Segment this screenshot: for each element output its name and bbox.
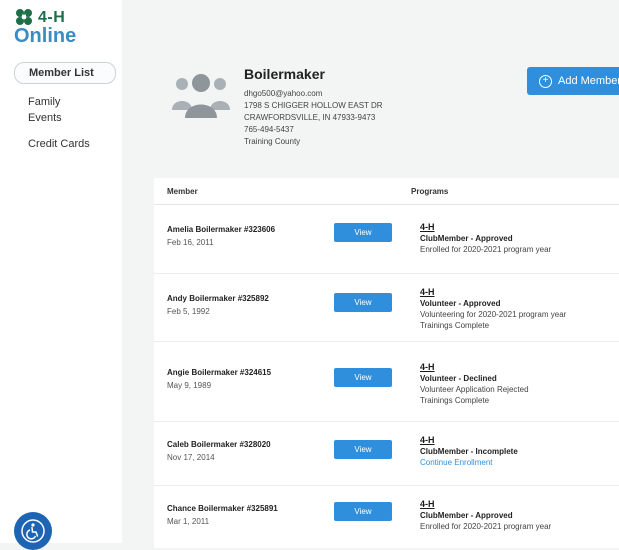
view-button[interactable]: View [334,440,392,459]
family-phone: 765-494-5437 [244,125,294,134]
member-name: Andy Boilermaker #325892 [167,294,269,303]
family-address-line2: CRAWFORDSVILLE, IN 47933-9473 [244,113,376,122]
member-name: Angie Boilermaker #324615 [167,368,272,377]
svg-text:H: H [21,14,26,21]
member-dob: Mar 1, 2011 [167,517,210,526]
program-status: ClubMember - Approved [420,511,513,520]
program-note: Volunteering for 2020-2021 program year [420,310,567,319]
table-row: Chance Boilermaker #325891 Mar 1, 2011 V… [154,485,619,549]
sidebar-item-credit-cards[interactable]: Credit Cards [0,136,122,152]
main-content: Boilermaker dhgo500@yahoo.com 1798 S CHI… [122,0,619,548]
sidebar-nav: Member List Family Events Credit Cards [0,62,122,152]
program-note: Volunteer Application Rejected [420,385,529,394]
program-info: 4-H Volunteer - Approved Volunteering fo… [420,287,566,331]
member-table: Member Programs Amelia Boilermaker #3236… [154,178,619,548]
member-dob: Feb 5, 1992 [167,307,210,316]
program-link[interactable]: 4-H [420,435,518,446]
program-info: 4-H ClubMember - Approved Enrolled for 2… [420,499,551,532]
accessibility-button[interactable] [14,512,52,550]
family-header: Boilermaker dhgo500@yahoo.com 1798 S CHI… [122,0,619,168]
program-info: 4-H ClubMember - Approved Enrolled for 2… [420,222,551,255]
program-link[interactable]: 4-H [420,287,566,298]
program-status: ClubMember - Approved [420,234,513,243]
view-button[interactable]: View [334,293,392,312]
member-name: Chance Boilermaker #325891 [167,504,278,513]
sidebar: H 4-H Online Member List Family Events C… [0,0,122,550]
member-dob: Feb 16, 2011 [167,238,214,247]
table-row: Caleb Boilermaker #328020 Nov 17, 2014 V… [154,421,619,486]
family-address-line1: 1798 S CHIGGER HOLLOW EAST DR [244,101,383,110]
program-link[interactable]: 4-H [420,362,529,373]
view-button[interactable]: View [334,368,392,387]
column-header-member: Member [167,187,198,196]
logo-4h-online[interactable]: H 4-H Online [14,8,92,48]
wheelchair-icon [21,519,45,543]
family-name: Boilermaker [244,66,325,82]
program-status: Volunteer - Approved [420,299,501,308]
view-button[interactable]: View [334,223,392,242]
program-note: Enrolled for 2020-2021 program year [420,245,552,254]
logo-name: Online [14,25,77,47]
sidebar-item-events[interactable]: Events [0,110,122,126]
table-row: Amelia Boilermaker #323606 Feb 16, 2011 … [154,205,619,274]
program-info: 4-H ClubMember - Incomplete Continue Enr… [420,435,518,468]
program-status: ClubMember - Incomplete [420,447,518,456]
family-county: Training County [244,137,301,146]
program-note: Enrolled for 2020-2021 program year [420,522,552,531]
add-member-label: Add Member [558,75,619,87]
continue-enrollment-link[interactable]: Continue Enrollment [420,457,518,468]
sidebar-item-family[interactable]: Family [0,94,122,110]
program-note: Trainings Complete [420,396,490,405]
member-name: Amelia Boilermaker #323606 [167,225,276,234]
view-button[interactable]: View [334,502,392,521]
member-dob: May 9, 1989 [167,381,212,390]
family-email: dhgo500@yahoo.com [244,89,323,98]
program-link[interactable]: 4-H [420,499,551,510]
plus-circle-icon: + [539,74,552,88]
table-header: Member Programs [154,178,619,205]
family-avatar-icon [172,74,230,118]
add-member-button[interactable]: + Add Member [527,67,619,95]
program-link[interactable]: 4-H [420,222,551,233]
clover-icon: H [16,9,32,25]
program-note: Trainings Complete [420,321,490,330]
program-status: Volunteer - Declined [420,374,497,383]
program-info: 4-H Volunteer - Declined Volunteer Appli… [420,362,529,406]
sidebar-item-member-list[interactable]: Member List [14,62,116,84]
table-row: Angie Boilermaker #324615 May 9, 1989 Vi… [154,341,619,422]
column-header-programs: Programs [411,187,449,196]
table-row: Andy Boilermaker #325892 Feb 5, 1992 Vie… [154,273,619,342]
member-name: Caleb Boilermaker #328020 [167,440,271,449]
member-dob: Nov 17, 2014 [167,453,215,462]
